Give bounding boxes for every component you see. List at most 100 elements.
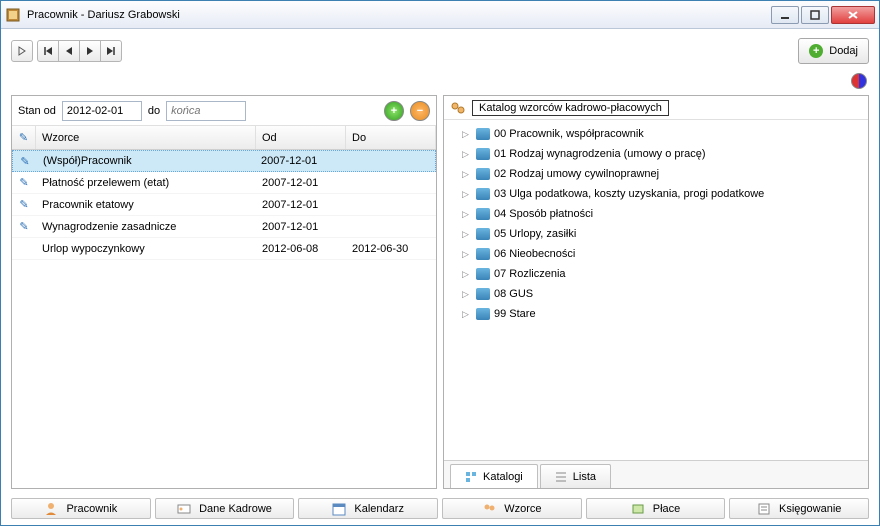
row-od: 2007-12-01 [256,177,346,189]
right-panel: Katalog wzorców kadrowo-płacowych ▷ 00 Pr… [443,95,869,489]
tree-item[interactable]: ▷ 07 Rozliczenia [446,264,866,284]
row-icon-cell: ✎ [12,198,36,211]
filter-add-button[interactable]: + [384,101,404,121]
book-icon [476,168,490,180]
tab-pracownik[interactable]: Pracownik [11,498,151,519]
tab-katalogi[interactable]: Katalogi [450,464,538,488]
tab-ksiegowanie[interactable]: Księgowanie [729,498,869,519]
right-tabs: Katalogi Lista [444,460,868,488]
tree-item-label: 03 Ulga podatkowa, koszty uzyskania, pro… [494,188,764,200]
book-icon [476,188,490,200]
table-row[interactable]: Urlop wypoczynkowy2012-06-082012-06-30 [12,238,436,260]
chevron-right-icon: ▷ [462,309,472,320]
col-icon[interactable]: ✎ [12,126,36,149]
maximize-button[interactable] [801,6,829,24]
bottom-tabs: Pracownik Dane Kadrowe Kalendarz Wzorce … [1,495,879,525]
tab-dane-kadrowe[interactable]: Dane Kadrowe [155,498,295,519]
left-panel: Stan od do + − ✎ Wzorce Od Do ✎(Współ)Pr… [11,95,437,489]
close-button[interactable] [831,6,875,24]
tab-wzorce[interactable]: Wzorce [442,498,582,519]
tab-lista[interactable]: Lista [540,464,611,488]
nav-last-button[interactable] [100,40,122,62]
table-row[interactable]: ✎ Pracownik etatowy2007-12-01 [12,194,436,216]
minimize-button[interactable] [771,6,799,24]
tree-item[interactable]: ▷99 Stare [446,304,866,324]
row-icon-cell: ✎ [12,220,36,233]
tree-root-label[interactable]: Katalog wzorców kadrowo-płacowych [472,100,669,116]
tab-lista-label: Lista [573,471,596,483]
people-icon [482,502,496,516]
book-icon [476,308,490,320]
tree-item[interactable]: ▷04 Sposób płatności [446,204,866,224]
add-button[interactable]: + Dodaj [798,38,869,64]
window-buttons [771,6,875,24]
nav-first-button[interactable] [37,40,59,62]
stan-od-label: Stan od [18,105,56,117]
col-do[interactable]: Do [346,126,436,149]
date-from-input[interactable] [62,101,142,121]
chevron-right-icon: ▷ [462,149,472,160]
person-icon [44,502,58,516]
pencil-icon: ✎ [19,198,28,211]
book-icon [476,228,490,240]
tree-item[interactable]: ▷06 Nieobecności [446,244,866,264]
tree-root-icon [450,101,466,115]
color-toggle-icon[interactable] [851,73,867,89]
table-row[interactable]: ✎Płatność przelewem (etat)2007-12-01 [12,172,436,194]
do-label: do [148,105,160,117]
chevron-right-icon: ▷ [462,129,472,140]
tab-place[interactable]: Płace [586,498,726,519]
plus-icon: + [809,44,823,58]
tree-item-label: 08 GUS [494,288,533,300]
row-icon-cell: ✎ [12,176,36,189]
row-name: Urlop wypoczynkowy [36,243,256,255]
filter-remove-button[interactable]: − [410,101,430,121]
table-body: ✎(Współ)Pracownik2007-12-01✎Płatność prz… [12,150,436,488]
tree-item-label: 00 Pracownik, współpracownik [494,128,644,140]
row-do: 2012-06-30 [346,243,436,255]
nav-group [37,40,122,62]
tree-item[interactable]: ▷ 00 Pracownik, współpracownik [446,124,866,144]
tab-kalendarz[interactable]: Kalendarz [298,498,438,519]
table-row[interactable]: ✎Wynagrodzenie zasadnicze2007-12-01 [12,216,436,238]
row-od: 2007-12-01 [256,199,346,211]
nav-prev-button[interactable] [58,40,80,62]
book-icon [476,128,490,140]
app-window: Pracownik - Dariusz Grabowski + Dodaj St… [0,0,880,526]
tree-body: ▷ 00 Pracownik, współpracownik ▷01 Rodzaj … [444,120,868,460]
book-icon [476,248,490,260]
tree-item[interactable]: ▷02 Rodzaj umowy cywilnoprawnej [446,164,866,184]
table-row[interactable]: ✎(Współ)Pracownik2007-12-01 [12,150,436,172]
col-od[interactable]: Od [256,126,346,149]
list-tab-icon [555,471,567,483]
col-wzorce[interactable]: Wzorce [36,126,256,149]
chevron-right-icon: ▷ [462,229,472,240]
nav-next-button[interactable] [79,40,101,62]
tree-item[interactable]: ▷01 Rodzaj wynagrodzenia (umowy o pracę) [446,144,866,164]
toolbar: + Dodaj [1,29,879,73]
titlebar: Pracownik - Dariusz Grabowski [1,1,879,29]
chevron-right-icon: ▷ [462,249,472,260]
window-title: Pracownik - Dariusz Grabowski [27,9,771,21]
tree-item-label: 07 Rozliczenia [494,268,566,280]
chevron-right-icon: ▷ [462,269,472,280]
tab-katalogi-label: Katalogi [483,471,523,483]
row-icon-cell: ✎ [13,155,37,168]
row-name: Pracownik etatowy [36,199,256,211]
row-od: 2007-12-01 [256,221,346,233]
tree-item[interactable]: ▷03 Ulga podatkowa, koszty uzyskania, pr… [446,184,866,204]
row-name: (Współ)Pracownik [37,155,255,167]
table-header: ✎ Wzorce Od Do [12,126,436,150]
tree-item-label: 02 Rodzaj umowy cywilnoprawnej [494,168,659,180]
tree-item-label: 04 Sposób płatności [494,208,593,220]
date-to-input[interactable] [166,101,246,121]
chevron-right-icon: ▷ [462,289,472,300]
row-od: 2007-12-01 [255,155,345,167]
add-button-label: Dodaj [829,45,858,57]
tree-item-label: 05 Urlopy, zasiłki [494,228,576,240]
pencil-icon: ✎ [19,131,28,144]
nav-detail-button[interactable] [11,40,33,62]
tree-item[interactable]: ▷ 05 Urlopy, zasiłki [446,224,866,244]
tree-item[interactable]: ▷ 08 GUS [446,284,866,304]
body-area: Stan od do + − ✎ Wzorce Od Do ✎(Współ)Pr… [1,95,879,495]
